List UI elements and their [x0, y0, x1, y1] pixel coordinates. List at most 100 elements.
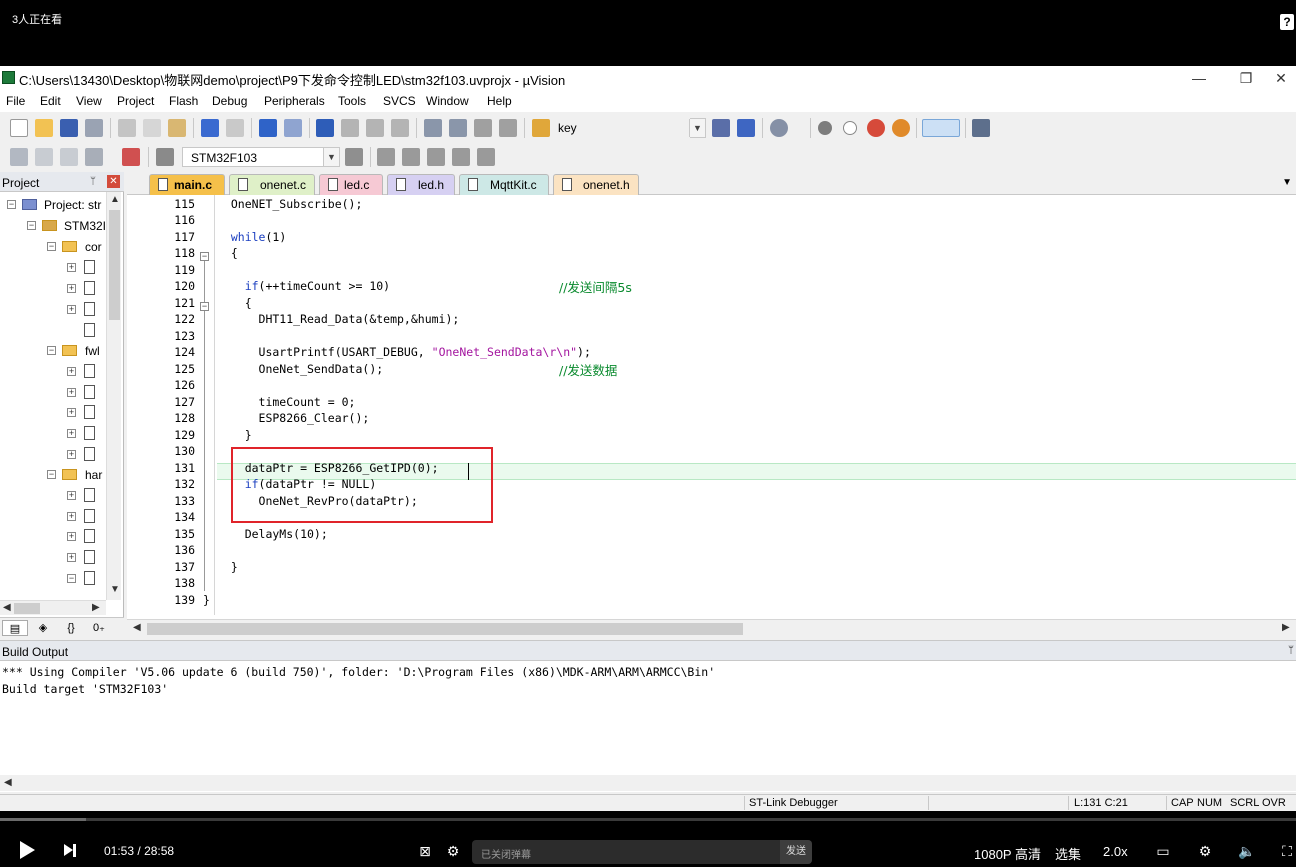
editor-horizontal-scrollbar[interactable]: ◀ ▶	[127, 619, 1296, 637]
menu-window[interactable]: Window	[426, 94, 469, 108]
tree-item-file[interactable]: +	[0, 487, 106, 505]
window-layout-icon[interactable]	[922, 119, 960, 137]
tree-item-file[interactable]: +	[0, 446, 106, 464]
menu-svcs[interactable]: SVCS	[383, 94, 416, 108]
tab-functions[interactable]: {}	[58, 620, 84, 636]
subtitle-off-icon[interactable]: ▭	[1152, 842, 1174, 860]
undo-icon[interactable]	[201, 119, 219, 137]
tab-main-c[interactable]: main.c	[149, 174, 225, 195]
target-options-icon[interactable]	[345, 148, 363, 166]
stop-build-icon[interactable]	[122, 148, 140, 166]
next-bookmark-icon[interactable]	[366, 119, 384, 137]
incremental-find-icon[interactable]	[737, 119, 755, 137]
menu-tools[interactable]: Tools	[338, 94, 366, 108]
tree-item-project[interactable]: − Project: str	[0, 196, 106, 214]
menu-peripherals[interactable]: Peripherals	[264, 94, 325, 108]
search-value[interactable]: key	[558, 121, 577, 135]
fold-toggle-icon[interactable]: −	[200, 302, 209, 311]
unindent-icon[interactable]	[449, 119, 467, 137]
scroll-right-icon[interactable]: ▶	[92, 602, 100, 613]
expand-icon[interactable]: +	[67, 532, 76, 541]
file-extensions-icon[interactable]	[402, 148, 420, 166]
pack-installer-icon[interactable]	[477, 148, 495, 166]
manage-rte-icon[interactable]	[427, 148, 445, 166]
copy-icon[interactable]	[143, 119, 161, 137]
tree-item-group-core[interactable]: − cor	[0, 238, 106, 256]
tree-item-file[interactable]	[0, 322, 106, 340]
paste-icon[interactable]	[168, 119, 186, 137]
tree-item-file[interactable]: +	[0, 363, 106, 381]
configure-icon[interactable]	[972, 119, 990, 137]
tab-project[interactable]: ▤	[2, 620, 28, 636]
tree-item-file[interactable]: +	[0, 404, 106, 422]
menu-edit[interactable]: Edit	[40, 94, 61, 108]
rebuild-icon[interactable]	[60, 148, 78, 166]
editor-horizontal-scroll-thumb[interactable]	[147, 623, 743, 635]
save-all-icon[interactable]	[85, 119, 103, 137]
navigate-forward-icon[interactable]	[284, 119, 302, 137]
tab-led-h[interactable]: led.h	[387, 174, 455, 195]
episodes-button[interactable]: 选集	[1055, 844, 1081, 863]
menu-project[interactable]: Project	[117, 94, 154, 108]
tab-templates[interactable]: 0₊	[86, 620, 112, 636]
tab-led-c[interactable]: led.c	[319, 174, 383, 195]
collapse-icon[interactable]: −	[47, 242, 56, 251]
tree-vertical-scroll-thumb[interactable]	[109, 210, 120, 320]
help-icon[interactable]: ?	[1280, 14, 1294, 30]
zoom-icon[interactable]	[770, 119, 788, 137]
tree-horizontal-scroll-thumb[interactable]	[14, 603, 40, 614]
scroll-left-icon[interactable]: ◀	[4, 777, 12, 788]
build-icon[interactable]	[35, 148, 53, 166]
expand-icon[interactable]: +	[67, 450, 76, 459]
expand-icon[interactable]: +	[67, 408, 76, 417]
find-icon[interactable]	[712, 119, 730, 137]
save-icon[interactable]	[60, 119, 78, 137]
target-select[interactable]: STM32F103 ▼	[182, 147, 340, 167]
expand-icon[interactable]: +	[67, 491, 76, 500]
menu-view[interactable]: View	[76, 94, 102, 108]
danmaku-input[interactable]: 已关闭弹幕 发送	[472, 840, 812, 864]
pin-icon[interactable]: ᛘ	[90, 176, 96, 187]
search-dropdown[interactable]: ▼	[689, 118, 706, 138]
expand-icon[interactable]: +	[67, 553, 76, 562]
download-icon[interactable]	[156, 148, 174, 166]
pin-icon[interactable]: ᛘ	[1288, 645, 1294, 656]
kill-breakpoints-icon[interactable]	[867, 119, 885, 137]
tree-item-file[interactable]: +	[0, 425, 106, 443]
fold-toggle-icon[interactable]: −	[200, 252, 209, 261]
collapse-icon[interactable]: −	[47, 470, 56, 479]
fullscreen-icon[interactable]: ⛶	[1278, 842, 1296, 860]
tree-item-file[interactable]: +	[0, 549, 106, 567]
uncomment-icon[interactable]	[499, 119, 517, 137]
batch-build-icon[interactable]	[85, 148, 103, 166]
tab-mqttkit-c[interactable]: MqttKit.c	[459, 174, 549, 195]
collapse-icon[interactable]: −	[7, 200, 16, 209]
danmaku-send-button[interactable]: 发送	[780, 840, 812, 864]
code-text-area[interactable]: OneNET_Subscribe(); while(1) { if(++time…	[203, 195, 1296, 615]
expand-icon[interactable]: +	[67, 388, 76, 397]
menu-debug[interactable]: Debug	[212, 94, 247, 108]
tab-onenet-h[interactable]: onenet.h	[553, 174, 639, 195]
scroll-down-icon[interactable]: ▼	[110, 584, 120, 595]
scroll-right-icon[interactable]: ▶	[1282, 622, 1290, 633]
scroll-left-icon[interactable]: ◀	[133, 622, 141, 633]
expand-icon[interactable]: +	[67, 429, 76, 438]
indent-icon[interactable]	[424, 119, 442, 137]
minimize-button[interactable]: —	[1186, 68, 1212, 88]
tree-item-file[interactable]: +	[0, 508, 106, 526]
debug-session-icon[interactable]	[892, 119, 910, 137]
disable-breakpoint-icon[interactable]	[843, 121, 857, 135]
prev-bookmark-icon[interactable]	[341, 119, 359, 137]
comment-icon[interactable]	[474, 119, 492, 137]
quality-selector[interactable]: 1080P 高清	[974, 844, 1041, 863]
tree-horizontal-scrollbar[interactable]: ◀ ▶	[0, 600, 106, 615]
settings-gear-icon[interactable]: ⚙	[1196, 842, 1214, 860]
menu-flash[interactable]: Flash	[169, 94, 198, 108]
tree-item-group-fwlib[interactable]: − fwl	[0, 342, 106, 360]
expand-icon[interactable]: +	[67, 305, 76, 314]
tree-vertical-scrollbar[interactable]: ▲ ▼	[106, 192, 121, 600]
expand-icon[interactable]: +	[67, 284, 76, 293]
tree-item-group-hardware[interactable]: − har	[0, 466, 106, 484]
open-file-icon[interactable]	[35, 119, 53, 137]
bookmark-icon[interactable]	[316, 119, 334, 137]
